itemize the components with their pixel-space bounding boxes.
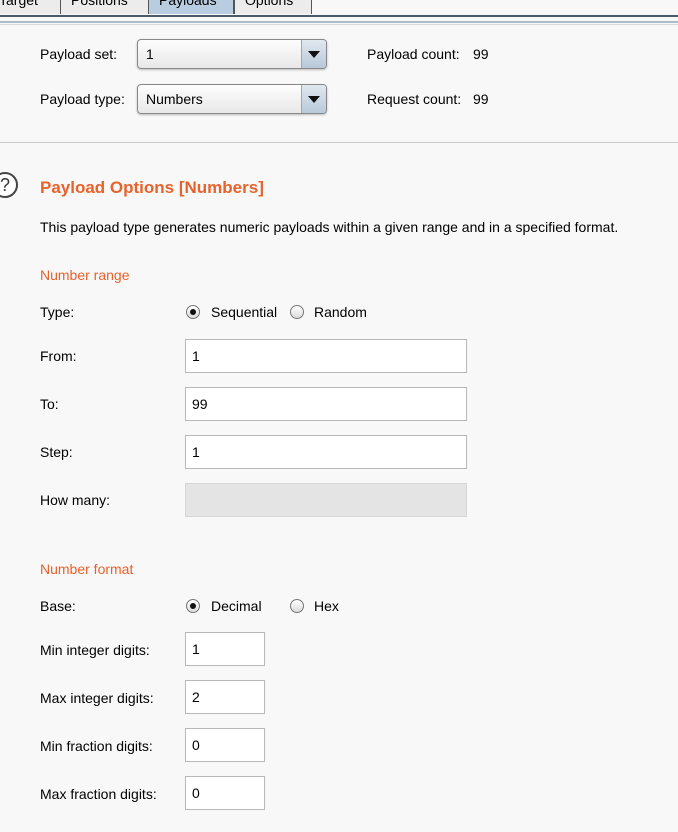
help-icon[interactable]: ?: [0, 172, 18, 198]
tab-target[interactable]: Target: [0, 0, 62, 14]
payload-set-label: Payload set:: [40, 46, 118, 62]
how-many-label: How many:: [40, 492, 111, 508]
hex-label: Hex: [314, 598, 339, 614]
type-label: Type:: [40, 304, 75, 320]
payload-set-select[interactable]: 1: [137, 39, 327, 69]
payload-type-label: Payload type:: [40, 91, 125, 107]
to-label: To:: [40, 396, 59, 412]
tab-options[interactable]: Options: [234, 0, 312, 14]
tab-label: Options: [245, 0, 294, 8]
min-fraction-digits-input[interactable]: [185, 728, 265, 762]
base-label: Base:: [40, 598, 76, 614]
payload-options-title: Payload Options [Numbers]: [40, 178, 264, 197]
sequential-radio[interactable]: [186, 305, 200, 319]
tab-divider: [0, 15, 678, 17]
max-fraction-digits-input[interactable]: [185, 776, 265, 810]
tab-bar: Target Positions Payloads Options: [0, 0, 678, 16]
decimal-radio[interactable]: [186, 599, 200, 613]
how-many-input: [185, 483, 467, 517]
chevron-down-icon[interactable]: [301, 40, 326, 68]
tab-label: Positions: [71, 0, 128, 8]
payload-count-label: Payload count:: [367, 46, 460, 62]
max-fraction-digits-label: Max fraction digits:: [40, 786, 157, 802]
step-label: Step:: [40, 444, 73, 460]
random-radio[interactable]: [290, 305, 304, 319]
min-integer-digits-input[interactable]: [185, 632, 265, 666]
random-label: Random: [314, 304, 367, 320]
request-count-label: Request count:: [367, 91, 462, 107]
tab-divider-accent: [0, 21, 678, 23]
section-divider: [0, 142, 678, 143]
tab-label: Target: [0, 0, 38, 8]
from-label: From:: [40, 348, 77, 364]
min-fraction-digits-label: Min fraction digits:: [40, 738, 153, 754]
payload-count-value: 99: [473, 46, 489, 62]
tab-payloads[interactable]: Payloads: [148, 0, 234, 14]
sequential-label: Sequential: [211, 304, 278, 320]
tab-positions[interactable]: Positions: [60, 0, 150, 14]
decimal-label: Decimal: [211, 598, 262, 614]
payload-type-value: Numbers: [146, 91, 203, 107]
payload-type-select[interactable]: Numbers: [137, 84, 327, 114]
tab-divider-shadow: [0, 24, 678, 25]
step-input[interactable]: [185, 435, 467, 469]
hex-radio[interactable]: [290, 599, 304, 613]
tab-label: Payloads: [159, 0, 217, 8]
from-input[interactable]: [185, 339, 467, 373]
number-format-heading: Number format: [40, 561, 134, 577]
to-input[interactable]: [185, 387, 467, 421]
payload-options-description: This payload type generates numeric payl…: [40, 219, 619, 235]
payload-set-value: 1: [146, 46, 154, 62]
min-integer-digits-label: Min integer digits:: [40, 642, 150, 658]
max-integer-digits-input[interactable]: [185, 680, 265, 714]
max-integer-digits-label: Max integer digits:: [40, 690, 154, 706]
chevron-down-icon[interactable]: [301, 85, 326, 113]
request-count-value: 99: [473, 91, 489, 107]
number-range-heading: Number range: [40, 267, 130, 283]
